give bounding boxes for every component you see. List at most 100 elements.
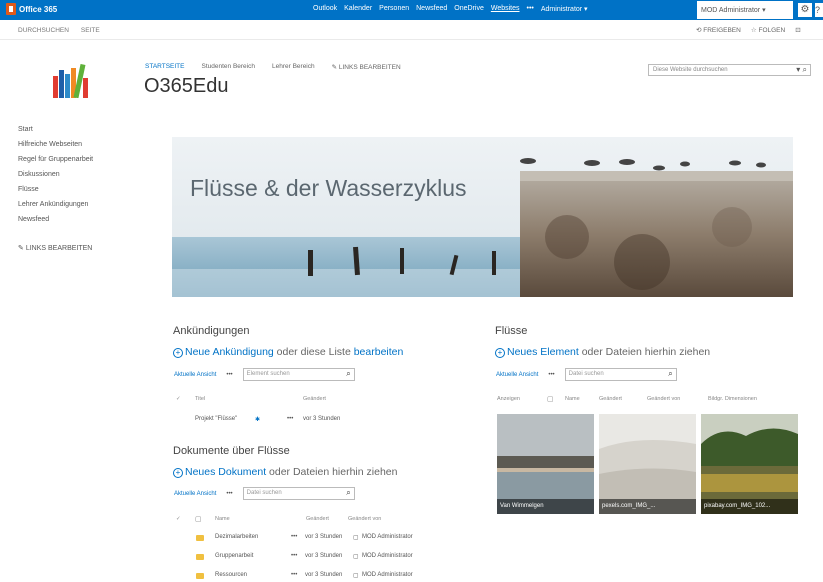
search-icon[interactable]: ⌕ <box>668 369 672 379</box>
leftnav-item-discussions[interactable]: Diskussionen <box>18 167 93 182</box>
find-file-placeholder: Datei suchen <box>568 371 604 377</box>
search-icon[interactable]: ▾ ⌕ <box>796 65 807 75</box>
row-menu[interactable]: ••• <box>291 572 297 578</box>
plus-icon[interactable]: + <box>173 468 183 478</box>
find-item-input[interactable]: Element suchen ⌕ <box>242 368 355 381</box>
table-row[interactable]: Ressourcen ••• vor 3 Stunden ▢ MOD Admin… <box>195 572 495 582</box>
announcements-view-row: Aktuelle Ansicht ••• Element suchen ⌕ <box>174 368 355 381</box>
documents-col-modified[interactable]: Geändert <box>306 516 329 522</box>
leftnav-item-teacher-announcements[interactable]: Lehrer Ankündigungen <box>18 197 93 212</box>
new-document-link[interactable]: Neues Dokument <box>185 466 266 478</box>
help-icon[interactable]: ? <box>815 3 823 17</box>
new-announcement-link[interactable]: Neue Ankündigung <box>185 346 274 358</box>
image-tile[interactable]: pixabay.com_IMG_102... <box>701 414 798 514</box>
user-menu[interactable]: MOD Administrator ▾ <box>697 1 793 19</box>
suite-nav-people[interactable]: Personen <box>379 5 409 13</box>
announcements-col-modified[interactable]: Geändert <box>303 396 326 402</box>
ribbon-tab-page[interactable]: SEITE <box>81 27 100 34</box>
row-modified-by[interactable]: MOD Administrator <box>362 553 413 559</box>
documents-title[interactable]: Dokumente über Flüsse <box>173 445 290 457</box>
rivers-col-modified-by[interactable]: Geändert von <box>647 396 680 402</box>
gear-icon[interactable]: ⚙ <box>798 3 812 17</box>
documents-col-modified-by[interactable]: Geändert von <box>348 516 381 522</box>
hero-banner: Flüsse & der Wasserzyklus <box>172 137 793 297</box>
plus-icon[interactable]: + <box>495 348 505 358</box>
document-name-link[interactable]: Ressourcen <box>215 572 247 578</box>
announcements-title[interactable]: Ankündigungen <box>173 325 249 337</box>
plus-icon[interactable]: + <box>173 348 183 358</box>
document-name-link[interactable]: Dezimalarbeiten <box>215 534 258 540</box>
announcements-col-check[interactable]: ✓ <box>176 396 181 402</box>
row-menu[interactable]: ••• <box>291 553 297 559</box>
leftnav-item-helpful-sites[interactable]: Hilfreiche Webseiten <box>18 137 93 152</box>
rivers-col-dimensions[interactable]: Bildgr. Dimensionen <box>708 396 757 402</box>
new-badge-icon: ✱ <box>255 417 261 423</box>
current-view-menu[interactable]: Aktuelle Ansicht <box>174 491 216 497</box>
ribbon-tab-browse[interactable]: DURCHSUCHEN <box>18 27 69 34</box>
row-modified-by[interactable]: MOD Administrator <box>362 534 413 540</box>
topnav-students[interactable]: Studenten Bereich <box>202 63 255 71</box>
documents-col-check[interactable]: ✓ <box>176 516 181 522</box>
suite-nav-onedrive[interactable]: OneDrive <box>454 5 484 13</box>
table-row[interactable]: Projekt "Flüsse" ✱ ••• vor 3 Stunden <box>195 416 395 426</box>
folder-icon <box>196 535 204 541</box>
more-options[interactable]: ••• <box>226 372 232 378</box>
rivers-col-name[interactable]: Name <box>565 396 580 402</box>
leftnav-item-group-rules[interactable]: Regel für Gruppenarbeit <box>18 152 93 167</box>
announcement-title-link[interactable]: Projekt "Flüsse" <box>195 416 237 422</box>
suite-nav-calendar[interactable]: Kalender <box>344 5 372 13</box>
cta-text: oder Dateien hierhin ziehen <box>266 466 398 478</box>
suite-nav-more[interactable]: ••• <box>527 5 534 13</box>
cta-text: oder diese Liste <box>273 346 354 358</box>
topnav-home[interactable]: STARTSEITE <box>145 63 185 71</box>
documents-view-row: Aktuelle Ansicht ••• Datei suchen ⌕ <box>174 487 355 500</box>
suite-nav-newsfeed[interactable]: Newsfeed <box>416 5 447 13</box>
new-item-link[interactable]: Neues Element <box>507 346 579 358</box>
image-tile[interactable]: pexels.com_IMG_... <box>599 414 696 514</box>
leftnav-item-rivers[interactable]: Flüsse <box>18 182 93 197</box>
topnav-teachers[interactable]: Lehrer Bereich <box>272 63 315 71</box>
user-presence-icon: ▢ <box>353 573 359 579</box>
leftnav-edit-links[interactable]: ✎ LINKS BEARBEITEN <box>18 241 93 256</box>
search-icon[interactable]: ⌕ <box>346 369 350 379</box>
rivers-view-row: Aktuelle Ansicht ••• Datei suchen ⌕ <box>496 368 677 381</box>
more-options[interactable]: ••• <box>548 372 554 378</box>
rivers-col-modified[interactable]: Geändert <box>599 396 622 402</box>
row-modified-by[interactable]: MOD Administrator <box>362 572 413 578</box>
more-options[interactable]: ••• <box>226 491 232 497</box>
current-view-menu[interactable]: Aktuelle Ansicht <box>174 372 216 378</box>
site-logo[interactable] <box>52 64 94 98</box>
find-file-input[interactable]: Datei suchen ⌕ <box>242 487 355 500</box>
documents-col-name[interactable]: Name <box>215 516 230 522</box>
find-file-placeholder: Datei suchen <box>246 490 282 496</box>
row-menu[interactable]: ••• <box>291 534 297 540</box>
site-search-input[interactable]: Diese Website durchsuchen ▾ ⌕ <box>648 64 811 76</box>
rivers-col-view[interactable]: Anzeigen <box>497 396 520 402</box>
document-name-link[interactable]: Gruppenarbeit <box>215 553 253 559</box>
rivers-title[interactable]: Flüsse <box>495 325 527 337</box>
find-file-input[interactable]: Datei suchen ⌕ <box>564 368 677 381</box>
table-row[interactable]: Dezimalarbeiten ••• vor 3 Stunden ▢ MOD … <box>195 534 495 544</box>
pencil-icon: ✎ <box>18 245 24 252</box>
share-icon: ⟲ <box>696 27 702 34</box>
search-icon[interactable]: ⌕ <box>346 488 350 498</box>
leftnav-item-newsfeed[interactable]: Newsfeed <box>18 212 93 227</box>
edit-list-link[interactable]: bearbeiten <box>354 346 404 358</box>
follow-button[interactable]: ☆ FOLGEN <box>751 26 785 34</box>
share-button[interactable]: ⟲ FREIGEBEN <box>696 26 741 34</box>
office365-logo[interactable]: Office 365 <box>6 3 57 15</box>
leftnav-item-start[interactable]: Start <box>18 122 93 137</box>
suite-nav-admin[interactable]: Administrator ▾ <box>541 5 588 13</box>
table-row[interactable]: Gruppenarbeit ••• vor 3 Stunden ▢ MOD Ad… <box>195 553 495 563</box>
suite-nav-outlook[interactable]: Outlook <box>313 5 337 13</box>
topnav-edit-links[interactable]: ✎ LINKS BEARBEITEN <box>332 63 401 71</box>
suite-nav-sites[interactable]: Websites <box>491 5 520 13</box>
current-view-menu[interactable]: Aktuelle Ansicht <box>496 372 538 378</box>
tile-caption: pixabay.com_IMG_102... <box>701 499 798 514</box>
focus-icon[interactable]: ⊡ <box>795 26 800 34</box>
row-menu[interactable]: ••• <box>287 416 293 422</box>
row-modified: vor 3 Stunden <box>303 416 341 422</box>
announcements-col-title[interactable]: Titel <box>195 396 205 402</box>
image-tile[interactable]: Van Wimmelgen <box>497 414 594 514</box>
ribbon-bar: DURCHSUCHEN SEITE ⟲ FREIGEBEN ☆ FOLGEN ⊡ <box>0 20 823 40</box>
